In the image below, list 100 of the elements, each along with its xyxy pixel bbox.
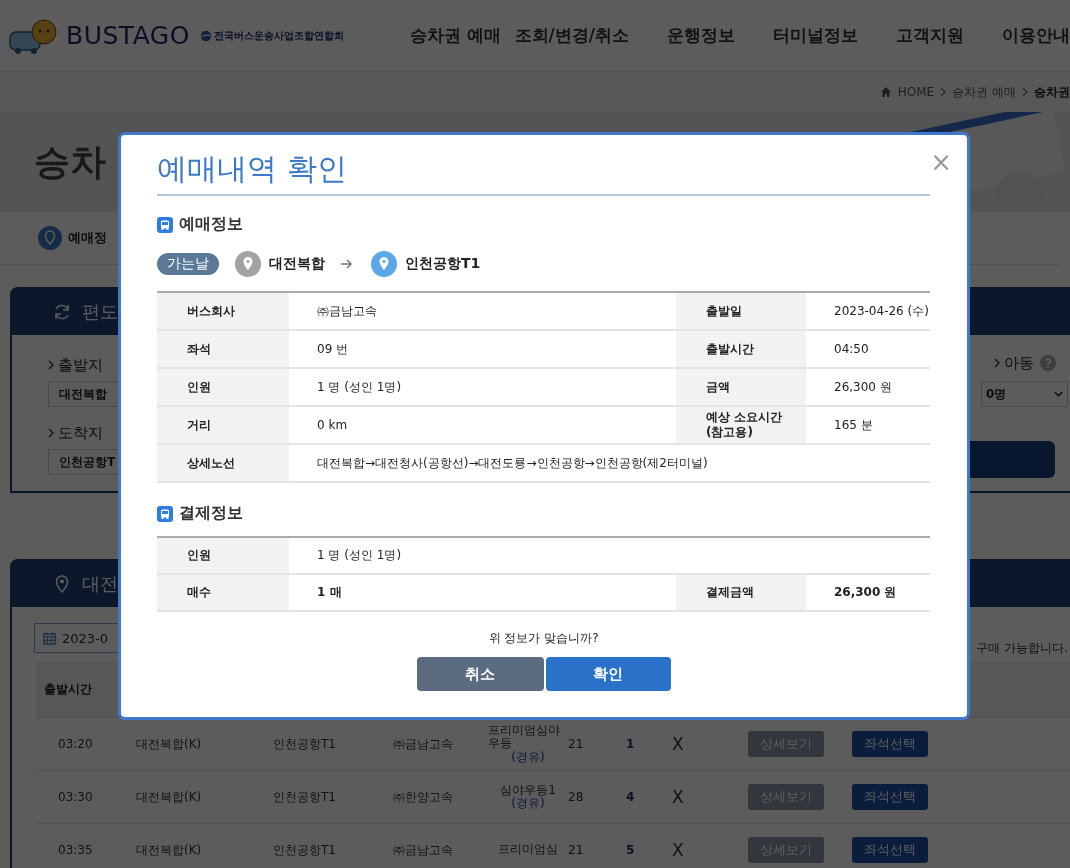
caret-icon — [1054, 391, 1063, 397]
home-icon — [879, 86, 892, 98]
table-cell-text: 대전복합(K) — [136, 788, 203, 806]
chevron-icon — [48, 360, 54, 370]
via-label: (경유) — [511, 797, 545, 811]
info-label: 좌석 — [157, 331, 289, 367]
arrow-right-icon — [341, 259, 353, 269]
trip-badge: 가는날 — [157, 253, 219, 275]
nav-link[interactable]: 터미널정보 — [773, 24, 858, 47]
step-label: 예매정 — [68, 229, 107, 247]
info-value: 26,300 원 — [833, 378, 893, 396]
info-value: 09 번 — [316, 340, 350, 358]
location-pin-icon — [38, 226, 62, 250]
seat-select-button[interactable]: 좌석선택 — [852, 784, 928, 810]
nav-link[interactable]: 이용안내 — [1002, 24, 1070, 47]
chevron-icon — [48, 428, 54, 438]
info-label: 매수 — [157, 575, 289, 610]
grade-cell-text: 프리미엄심야우등 — [488, 724, 561, 751]
nav-link[interactable]: 승차권 예매 — [409, 24, 501, 47]
panel-title: 편도 — [82, 300, 118, 324]
origin-name: 대전복합 — [269, 255, 325, 273]
breadcrumb-link[interactable]: HOME — [897, 85, 935, 99]
destination-name: 인천공항T1 — [405, 255, 481, 273]
table-cell-text: 21 — [568, 737, 585, 751]
logo-text[interactable]: BUSTAGO — [66, 21, 190, 50]
notice-text: 구매 가능합니다. — [976, 640, 1068, 657]
refresh-icon — [52, 302, 72, 322]
child-count-select[interactable]: 0명 — [981, 381, 1068, 407]
table-cell-text: 28 — [568, 790, 585, 804]
location-pin-icon — [371, 251, 397, 277]
info-label: 출발일 — [676, 293, 806, 329]
table-cell-text: 대전복합(K) — [136, 735, 203, 753]
info-label: 상세노선 — [157, 445, 289, 481]
close-button[interactable]: × — [930, 149, 952, 175]
field-label: 아동 — [1004, 353, 1034, 373]
info-label: 금액 — [676, 369, 806, 405]
info-label: 예상 소요시간 (참고용) — [676, 407, 806, 443]
nav-link[interactable]: 고객지원 — [896, 24, 964, 47]
section-heading: 예매정보 — [179, 214, 243, 235]
mascot-drawing — [8, 17, 60, 54]
table-cell-text: X — [671, 840, 685, 860]
dialog-title: 예매내역 확인 — [157, 150, 347, 188]
table-cell-text: 인천공항T1 — [273, 735, 337, 753]
nav-link[interactable]: 조회/변경/취소 — [514, 24, 629, 47]
chevron-icon — [940, 87, 947, 97]
info-label: 결제금액 — [676, 575, 806, 610]
info-label: 인원 — [157, 369, 289, 405]
seat-select-button[interactable]: 좌석선택 — [852, 731, 928, 757]
info-value: 0 km — [316, 417, 349, 434]
field-label: 출발지 — [58, 355, 103, 375]
bus-icon — [157, 216, 173, 233]
column-header: 출발시간 — [44, 680, 92, 698]
info-value: ㈜금남고속 — [316, 302, 378, 320]
table-cell-text: 5 — [626, 843, 636, 857]
table-cell-text: 4 — [626, 790, 636, 804]
panel-title: 대전 — [82, 572, 118, 596]
info-value: 대전복합→대전청사(공항선)→대전도룡→인천공항→인천공항(제2터미널) — [316, 454, 709, 472]
bus-icon — [157, 505, 173, 522]
chevron-icon — [1022, 87, 1028, 97]
via-label: (경유) — [511, 750, 545, 764]
table-cell-text: ㈜한양고속 — [393, 788, 454, 806]
association-name: 전국버스운송사업조합연합회 — [213, 28, 344, 43]
info-label: 거리 — [157, 407, 289, 443]
location-pin-icon — [235, 251, 261, 277]
info-value: 1 명 (성인 1명) — [316, 547, 403, 564]
association-icon — [199, 29, 212, 42]
table-cell-text: 대전복합(K) — [136, 841, 203, 859]
info-value: 165 분 — [833, 416, 874, 434]
table-cell-text: 인천공항T1 — [273, 788, 337, 806]
table-cell-text: X — [671, 734, 685, 754]
time-cell-text: 03:35 — [57, 843, 94, 857]
seat-select-button[interactable]: 좌석선택 — [852, 837, 928, 863]
calendar-icon — [43, 631, 56, 645]
time-cell-text: 03:30 — [57, 790, 94, 804]
nav-link[interactable]: 운행정보 — [667, 24, 735, 47]
table-cell-text: 21 — [568, 843, 585, 857]
table-cell-text: 1 — [626, 737, 636, 751]
info-label: 버스회사 — [157, 293, 289, 329]
time-cell-text: 03:20 — [57, 737, 94, 751]
info-value: 26,300 원 — [833, 584, 898, 601]
table-cell-text: ㈜금남고속 — [393, 841, 454, 859]
info-label: 인원 — [157, 538, 289, 573]
info-label: 출발시간 — [676, 331, 806, 367]
table-cell-text: X — [671, 787, 685, 807]
page-title: 승차 — [34, 139, 106, 184]
breadcrumb-link[interactable]: 승차권 — [1034, 83, 1070, 101]
info-value: 1 명 (성인 1명) — [316, 378, 403, 396]
dialog-button[interactable]: 확인 — [545, 657, 671, 691]
field-label: 도착지 — [58, 423, 103, 443]
table-cell-text: ㈜금남고속 — [393, 735, 454, 753]
section-heading: 결제정보 — [179, 503, 243, 524]
grade-cell: 프리미엄심 — [498, 843, 558, 857]
info-value: 2023-04-26 (수) — [833, 302, 930, 320]
confirm-question: 위 정보가 맞습니까? — [487, 630, 600, 647]
dialog-button[interactable]: 취소 — [416, 657, 544, 691]
grade-cell: 심야우등1 — [500, 783, 556, 797]
table-cell-text: 인천공항T1 — [273, 841, 337, 859]
info-value: 04:50 — [833, 341, 870, 358]
info-value: 1 매 — [316, 584, 343, 601]
chevron-icon — [994, 358, 1000, 368]
